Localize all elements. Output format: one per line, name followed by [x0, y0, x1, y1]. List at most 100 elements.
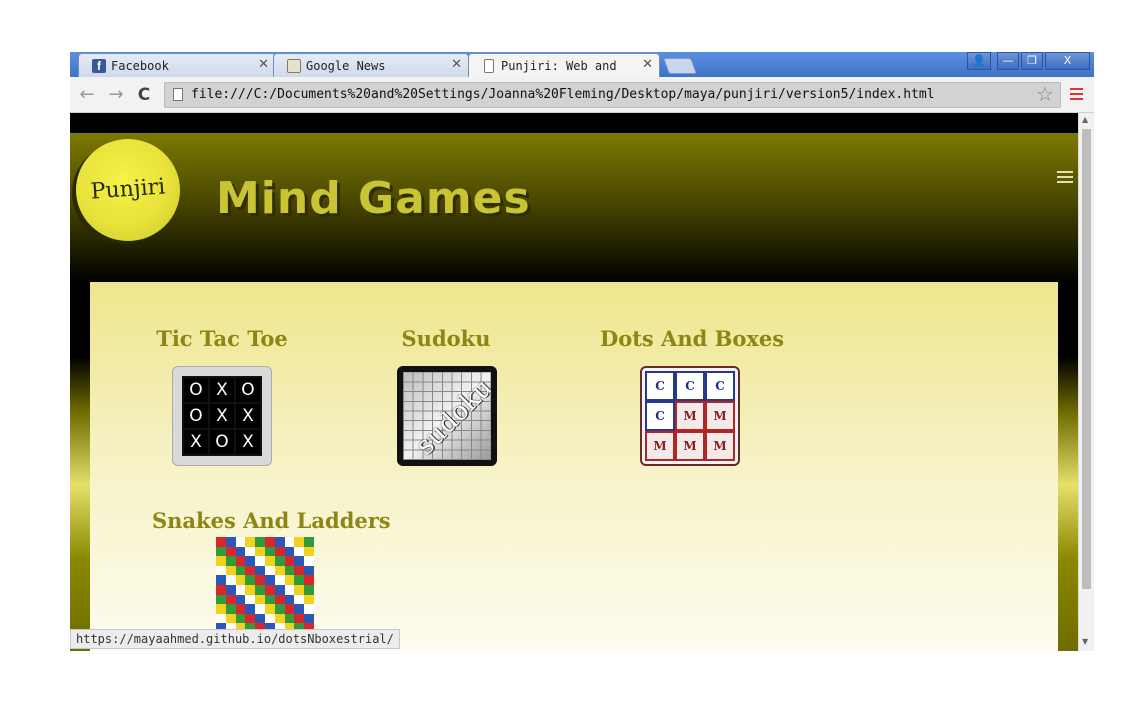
dab-grid: C C C C M M M M M — [645, 371, 735, 461]
logo-text: Punjiri — [89, 174, 167, 205]
board-square — [284, 613, 295, 624]
tab-punjiri[interactable]: Punjiri: Web and ✕ — [468, 53, 660, 77]
site-header: Punjiri Mind Games — [70, 133, 1078, 283]
browser-toolbar: ← → C file:///C:/Documents%20and%20Setti… — [70, 77, 1094, 113]
board-square — [274, 575, 285, 585]
game-card-dots-and-boxes[interactable]: Dots And Boxes — [600, 326, 785, 351]
board-square — [304, 613, 314, 624]
close-icon[interactable]: ✕ — [642, 57, 653, 72]
board-square — [235, 613, 246, 624]
vertical-scrollbar[interactable]: ▲ ▼ — [1078, 113, 1094, 651]
game-title: Tic Tac Toe — [156, 326, 288, 351]
board-square — [245, 604, 256, 614]
page-icon — [173, 88, 183, 101]
board-square — [216, 575, 226, 585]
ttt-cell: O — [236, 378, 260, 402]
board-square — [284, 565, 295, 576]
board-square — [255, 575, 265, 585]
board-square — [225, 594, 236, 605]
board-square — [265, 537, 275, 547]
scrollbar-thumb[interactable] — [1082, 129, 1091, 589]
game-title: Snakes And Ladders — [152, 508, 391, 533]
board-square — [255, 604, 265, 614]
board-square — [235, 565, 246, 576]
new-tab-button[interactable] — [663, 58, 697, 74]
board-square — [245, 613, 256, 624]
board-square — [225, 537, 236, 547]
ttt-cell: X — [184, 430, 208, 454]
right-glow — [1058, 283, 1078, 651]
board-square — [284, 556, 295, 566]
board-square — [245, 546, 256, 557]
board-square — [265, 584, 275, 595]
back-icon[interactable]: ← — [76, 84, 98, 106]
ttt-cell: X — [236, 430, 260, 454]
game-card-sudoku[interactable]: Sudoku — [386, 326, 506, 351]
game-card-snakes-and-ladders[interactable]: Snakes And Ladders — [152, 508, 391, 533]
board-square — [265, 575, 275, 585]
forward-icon[interactable]: → — [105, 84, 127, 106]
board-square — [284, 575, 295, 585]
board-square — [216, 537, 226, 547]
board-square — [294, 594, 305, 605]
board-square — [216, 584, 226, 595]
board-square — [216, 604, 226, 614]
tic-tac-toe-thumbnail[interactable]: O X O O X X X O X — [172, 366, 272, 466]
scroll-up-arrow-icon[interactable]: ▲ — [1082, 115, 1088, 124]
board-square — [265, 565, 275, 576]
bookmark-star-icon[interactable]: ☆ — [1036, 82, 1054, 106]
close-window-button[interactable]: X — [1045, 52, 1090, 70]
minimize-button[interactable]: — — [997, 52, 1019, 70]
board-square — [294, 575, 305, 585]
board-square — [245, 575, 256, 585]
game-title: Dots And Boxes — [600, 326, 785, 351]
dots-and-boxes-thumbnail[interactable]: C C C C M M M M M — [640, 366, 740, 466]
board-square — [294, 556, 305, 566]
board-square — [265, 613, 275, 624]
board-square — [304, 546, 314, 557]
board-square — [255, 565, 265, 576]
restore-button[interactable]: ❐ — [1021, 52, 1043, 70]
ttt-cell: O — [210, 430, 234, 454]
page-viewport: Punjiri Mind Games Tic Tac Toe O X O O X… — [70, 113, 1078, 651]
board-square — [265, 556, 275, 566]
board-square — [235, 575, 246, 585]
board-square — [274, 556, 285, 566]
sudoku-image-text: sudoku — [410, 372, 491, 460]
menu-icon[interactable] — [1070, 88, 1083, 100]
url-text: file:///C:/Documents%20and%20Settings/Jo… — [191, 87, 935, 102]
ttt-cell: X — [210, 404, 234, 428]
sudoku-thumbnail[interactable]: sudoku — [397, 366, 497, 466]
facebook-icon: f — [92, 59, 106, 73]
tab-strip: f Facebook ✕ Google News ✕ Punjiri: Web … — [70, 52, 1094, 77]
board-square — [235, 537, 246, 547]
board-square — [255, 613, 265, 624]
game-card-tic-tac-toe[interactable]: Tic Tac Toe — [142, 326, 302, 351]
board-square — [304, 604, 314, 614]
board-square — [225, 565, 236, 576]
close-icon[interactable]: ✕ — [451, 57, 462, 72]
board-square — [255, 594, 265, 605]
close-icon[interactable]: ✕ — [258, 57, 269, 72]
reload-icon[interactable]: C — [133, 84, 155, 106]
board-square — [304, 556, 314, 566]
address-bar[interactable]: file:///C:/Documents%20and%20Settings/Jo… — [164, 82, 1061, 108]
tab-label: Google News — [306, 59, 386, 73]
tab-google-news[interactable]: Google News ✕ — [273, 53, 469, 77]
board-square — [274, 565, 285, 576]
user-icon[interactable]: 👤 — [967, 52, 991, 70]
tab-facebook[interactable]: f Facebook ✕ — [78, 53, 276, 77]
board-square — [225, 546, 236, 557]
scroll-down-arrow-icon[interactable]: ▼ — [1082, 637, 1088, 646]
board-square — [304, 565, 314, 576]
sudoku-grid: sudoku — [403, 372, 491, 460]
board-square — [225, 604, 236, 614]
board-square — [274, 594, 285, 605]
hamburger-menu-icon[interactable] — [1057, 171, 1073, 184]
board-square — [274, 613, 285, 624]
board-square — [265, 546, 275, 557]
game-title: Sudoku — [401, 326, 491, 351]
snakes-and-ladders-thumbnail[interactable] — [216, 537, 314, 633]
punjiri-logo[interactable]: Punjiri — [76, 139, 180, 241]
board-square — [284, 546, 295, 557]
